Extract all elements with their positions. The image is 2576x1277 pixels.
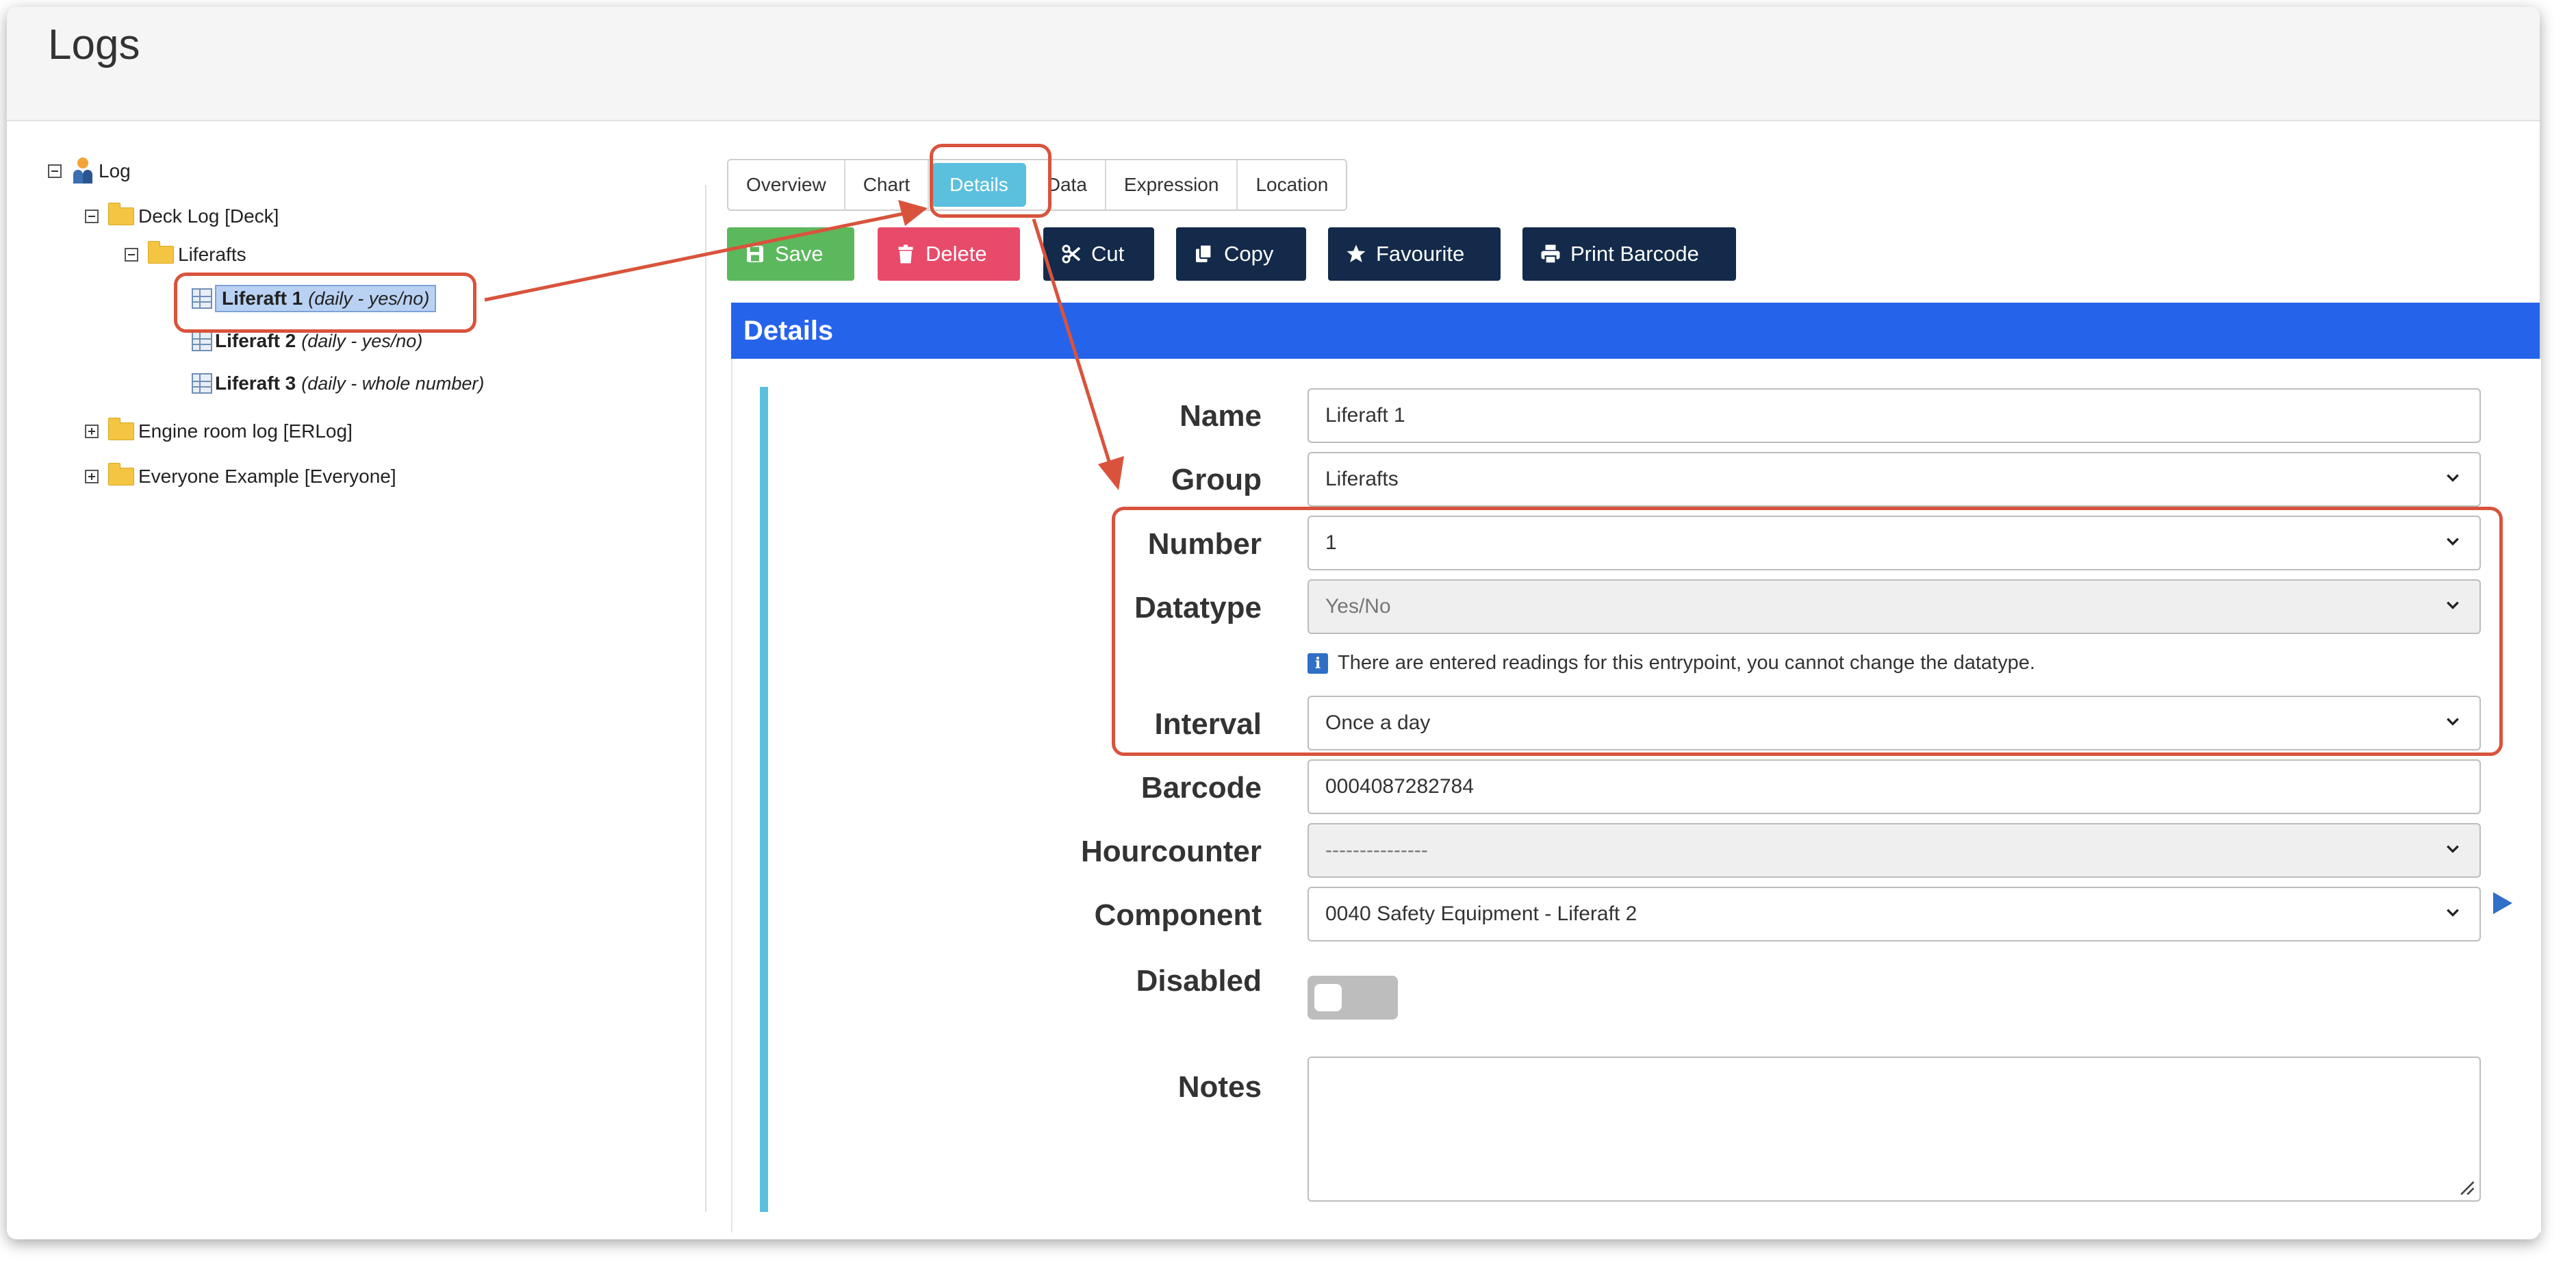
folder-icon: [108, 463, 134, 485]
details-panel-header: Details: [731, 303, 2540, 359]
collapse-icon[interactable]: [85, 210, 99, 223]
tree-node-log[interactable]: Log: [48, 157, 131, 185]
component-label: Component: [1094, 898, 1262, 932]
highlight-selected-liferaft: [174, 273, 476, 333]
tree-leaf-sub: (daily - whole number): [301, 372, 485, 394]
star-icon: [1347, 244, 1366, 262]
group-value: Liferafts: [1325, 468, 1399, 490]
page-title: Logs: [48, 21, 140, 68]
expand-icon[interactable]: [85, 425, 99, 438]
tab-location[interactable]: Location: [1238, 160, 1346, 210]
tree-node-label: Liferafts: [178, 244, 246, 265]
copy-icon: [1196, 244, 1212, 262]
print-barcode-label: Print Barcode: [1570, 242, 1699, 266]
component-select[interactable]: 0040 Safety Equipment - Liferaft 2: [1308, 887, 2481, 941]
cut-label: Cut: [1091, 242, 1125, 266]
hourcounter-select[interactable]: ---------------: [1308, 823, 2481, 878]
tree-node-label: Engine room log [ERLog]: [138, 420, 353, 442]
folder-icon: [108, 418, 134, 440]
table-icon: [192, 331, 212, 351]
folder-icon: [148, 241, 174, 264]
barcode-label: Barcode: [1140, 771, 1262, 805]
expand-icon[interactable]: [85, 470, 99, 483]
tree-node-label: Log: [99, 160, 131, 181]
page-header: Logs: [7, 7, 2540, 121]
tab-chart[interactable]: Chart: [845, 160, 930, 210]
hourcounter-value: ---------------: [1325, 839, 1428, 861]
tree-node-everyone[interactable]: Everyone Example [Everyone]: [85, 463, 396, 488]
name-label: Name: [1179, 399, 1262, 433]
disabled-label: Disabled: [1136, 964, 1262, 998]
delete-button[interactable]: Delete: [878, 227, 1020, 281]
tree-leaf-sub: (daily - yes/no): [301, 330, 423, 351]
tree-node-label: Deck Log [Deck]: [138, 205, 279, 227]
notes-textarea[interactable]: [1308, 1057, 2481, 1202]
collapse-icon[interactable]: [48, 164, 62, 178]
component-value: 0040 Safety Equipment - Liferaft 2: [1325, 902, 1637, 925]
resize-handle-icon[interactable]: [2458, 1178, 2475, 1196]
delete-label: Delete: [926, 242, 987, 266]
group-select[interactable]: Liferafts: [1308, 452, 2481, 507]
highlight-changed-fields: [1112, 507, 2503, 756]
copy-label: Copy: [1224, 242, 1274, 266]
folder-icon: [108, 203, 134, 225]
chevron-down-icon: [2447, 845, 2459, 853]
group-label: Group: [1171, 463, 1262, 496]
disabled-toggle[interactable]: [1308, 976, 1398, 1020]
hourcounter-label: Hourcounter: [1081, 835, 1262, 868]
user-group-icon: [71, 157, 94, 185]
save-label: Save: [775, 242, 824, 266]
play-arrow-icon[interactable]: [2493, 892, 2512, 914]
name-input[interactable]: Liferaft 1: [1308, 388, 2481, 443]
tree-node-liferafts[interactable]: Liferafts: [125, 241, 246, 266]
pane-divider[interactable]: [705, 185, 706, 1212]
panel-accent-bar: [760, 387, 768, 1212]
tree-node-engine-room[interactable]: Engine room log [ERLog]: [85, 418, 353, 442]
tree-leaf-label: Liferaft 3: [215, 372, 296, 394]
highlight-details-tab: [930, 144, 1051, 218]
tree-node-deck-log[interactable]: Deck Log [Deck]: [85, 203, 279, 227]
print-barcode-button[interactable]: Print Barcode: [1522, 227, 1736, 281]
favourite-button[interactable]: Favourite: [1328, 227, 1501, 281]
tree-node-label: Everyone Example [Everyone]: [138, 466, 396, 487]
chevron-down-icon: [2447, 909, 2459, 917]
toggle-knob: [1314, 984, 1342, 1011]
favourite-label: Favourite: [1376, 242, 1465, 266]
tree-leaf-liferaft-3[interactable]: Liferaft 3 (daily - whole number): [192, 372, 484, 394]
notes-label: Notes: [1177, 1070, 1262, 1104]
trash-icon: [898, 244, 913, 264]
chevron-down-icon: [2447, 474, 2459, 482]
tab-expression[interactable]: Expression: [1106, 160, 1238, 210]
printer-icon: [1541, 244, 1560, 264]
table-icon: [192, 373, 212, 394]
barcode-input[interactable]: 0004087282784: [1308, 759, 2481, 814]
tab-overview[interactable]: Overview: [728, 160, 845, 210]
tree-leaf-liferaft-2[interactable]: Liferaft 2 (daily - yes/no): [192, 330, 422, 352]
save-button[interactable]: Save: [727, 227, 854, 281]
save-icon: [747, 246, 763, 262]
copy-button[interactable]: Copy: [1176, 227, 1306, 281]
scissors-icon: [1062, 244, 1081, 264]
tree-leaf-label: Liferaft 2: [215, 330, 296, 351]
collapse-icon[interactable]: [125, 248, 138, 262]
cut-button[interactable]: Cut: [1043, 227, 1154, 281]
